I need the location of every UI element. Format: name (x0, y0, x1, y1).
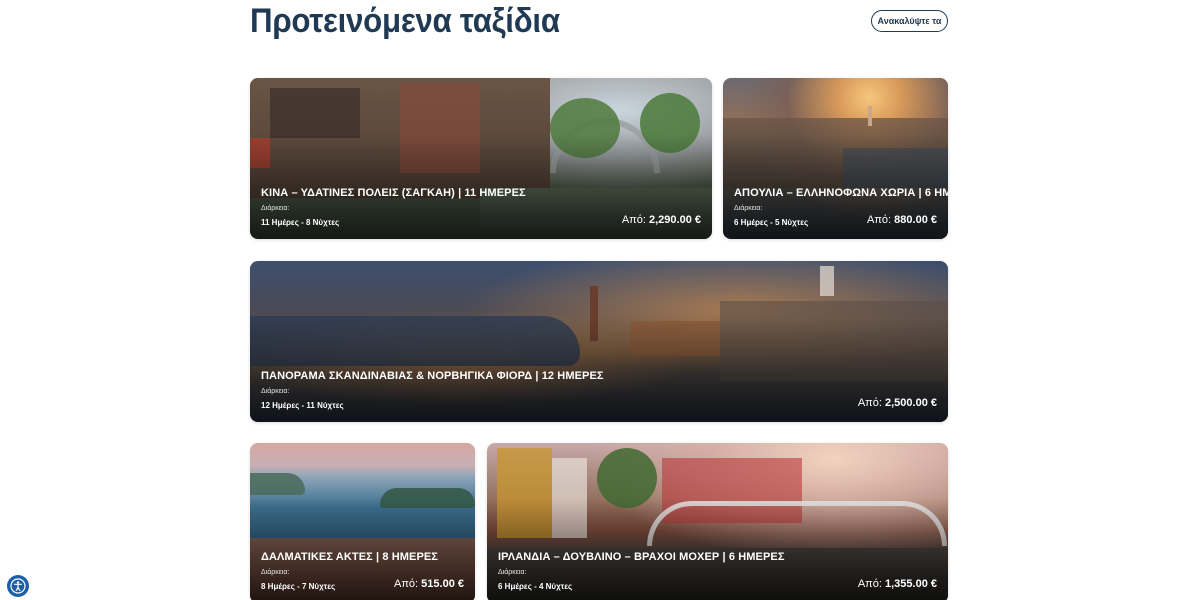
price-amount: 515.00 € (421, 578, 464, 590)
duration-label: Διάρκεια: (261, 205, 290, 212)
price-amount: 2,500.00 € (885, 397, 937, 409)
trip-card-china[interactable]: ΚΙΝΑ – ΥΔΑΤΙΝΕΣ ΠΟΛΕΙΣ (ΣΑΓΚΑΗ) | 11 ΗΜΕ… (250, 78, 712, 239)
trip-card-apulia[interactable]: ΑΠΟΥΛΙΑ – ΕΛΛΗΝΟΦΩΝΑ ΧΩΡΙΑ | 6 ΗΜΕΡΕΣ Δι… (723, 78, 948, 239)
accessibility-icon (10, 578, 26, 594)
card-shade (250, 443, 475, 600)
trip-card-scandinavia[interactable]: ΠΑΝΟΡΑΜΑ ΣΚΑΝΔΙΝΑΒΙΑΣ & ΝΟΡΒΗΓΙΚΑ ΦΙΟΡΔ … (250, 261, 948, 422)
discover-button[interactable]: Ανακαλύψτε τα (871, 10, 948, 32)
duration-value: 8 Ημέρες - 7 Νύχτες (261, 582, 336, 591)
duration-value: 11 Ημέρες - 8 Νύχτες (261, 218, 340, 227)
price-prefix: Από: (621, 214, 646, 226)
duration-value: 6 Ημέρες - 5 Νύχτες (734, 218, 809, 227)
trip-title: ΙΡΛΑΝΔΙΑ – ΔΟΥΒΛΙΝΟ – ΒΡΑΧΟΙ ΜΟΧΕΡ | 6 Η… (498, 551, 785, 563)
price-prefix: Από: (867, 214, 892, 226)
duration-label: Διάρκεια: (261, 569, 290, 576)
trip-price: Από: 2,290.00 € (622, 214, 701, 226)
trip-price: Από: 1,355.00 € (858, 578, 937, 590)
card-shade (250, 261, 948, 422)
trip-card-dalmatia[interactable]: ΔΑΛΜΑΤΙΚΕΣ ΑΚΤΕΣ | 8 ΗΜΕΡΕΣ Διάρκεια: 8 … (250, 443, 475, 600)
price-amount: 2,290.00 € (649, 214, 701, 226)
price-amount: 1,355.00 € (885, 578, 937, 590)
trip-price: Από: 515.00 € (394, 578, 464, 590)
trip-title: ΑΠΟΥΛΙΑ – ΕΛΛΗΝΟΦΩΝΑ ΧΩΡΙΑ | 6 ΗΜΕΡΕΣ (734, 187, 948, 199)
price-prefix: Από: (857, 397, 882, 409)
trip-title: ΠΑΝΟΡΑΜΑ ΣΚΑΝΔΙΝΑΒΙΑΣ & ΝΟΡΒΗΓΙΚΑ ΦΙΟΡΔ … (261, 370, 604, 382)
price-prefix: Από: (857, 578, 882, 590)
trip-title: ΚΙΝΑ – ΥΔΑΤΙΝΕΣ ΠΟΛΕΙΣ (ΣΑΓΚΑΗ) | 11 ΗΜΕ… (261, 187, 526, 199)
page-title: Προτεινόμενα ταξίδια (250, 2, 560, 40)
duration-label: Διάρκεια: (498, 569, 527, 576)
duration-label: Διάρκεια: (734, 205, 763, 212)
duration-value: 6 Ημέρες - 4 Νύχτες (498, 582, 573, 591)
price-amount: 880.00 € (894, 214, 937, 226)
accessibility-button[interactable] (7, 575, 29, 597)
trip-price: Από: 880.00 € (867, 214, 937, 226)
trip-title: ΔΑΛΜΑΤΙΚΕΣ ΑΚΤΕΣ | 8 ΗΜΕΡΕΣ (261, 551, 439, 563)
duration-label: Διάρκεια: (261, 388, 290, 395)
trip-card-ireland[interactable]: ΙΡΛΑΝΔΙΑ – ΔΟΥΒΛΙΝΟ – ΒΡΑΧΟΙ ΜΟΧΕΡ | 6 Η… (487, 443, 948, 600)
duration-value: 12 Ημέρες - 11 Νύχτες (261, 401, 344, 410)
price-prefix: Από: (394, 578, 419, 590)
card-shade (487, 443, 948, 600)
trip-price: Από: 2,500.00 € (858, 397, 937, 409)
